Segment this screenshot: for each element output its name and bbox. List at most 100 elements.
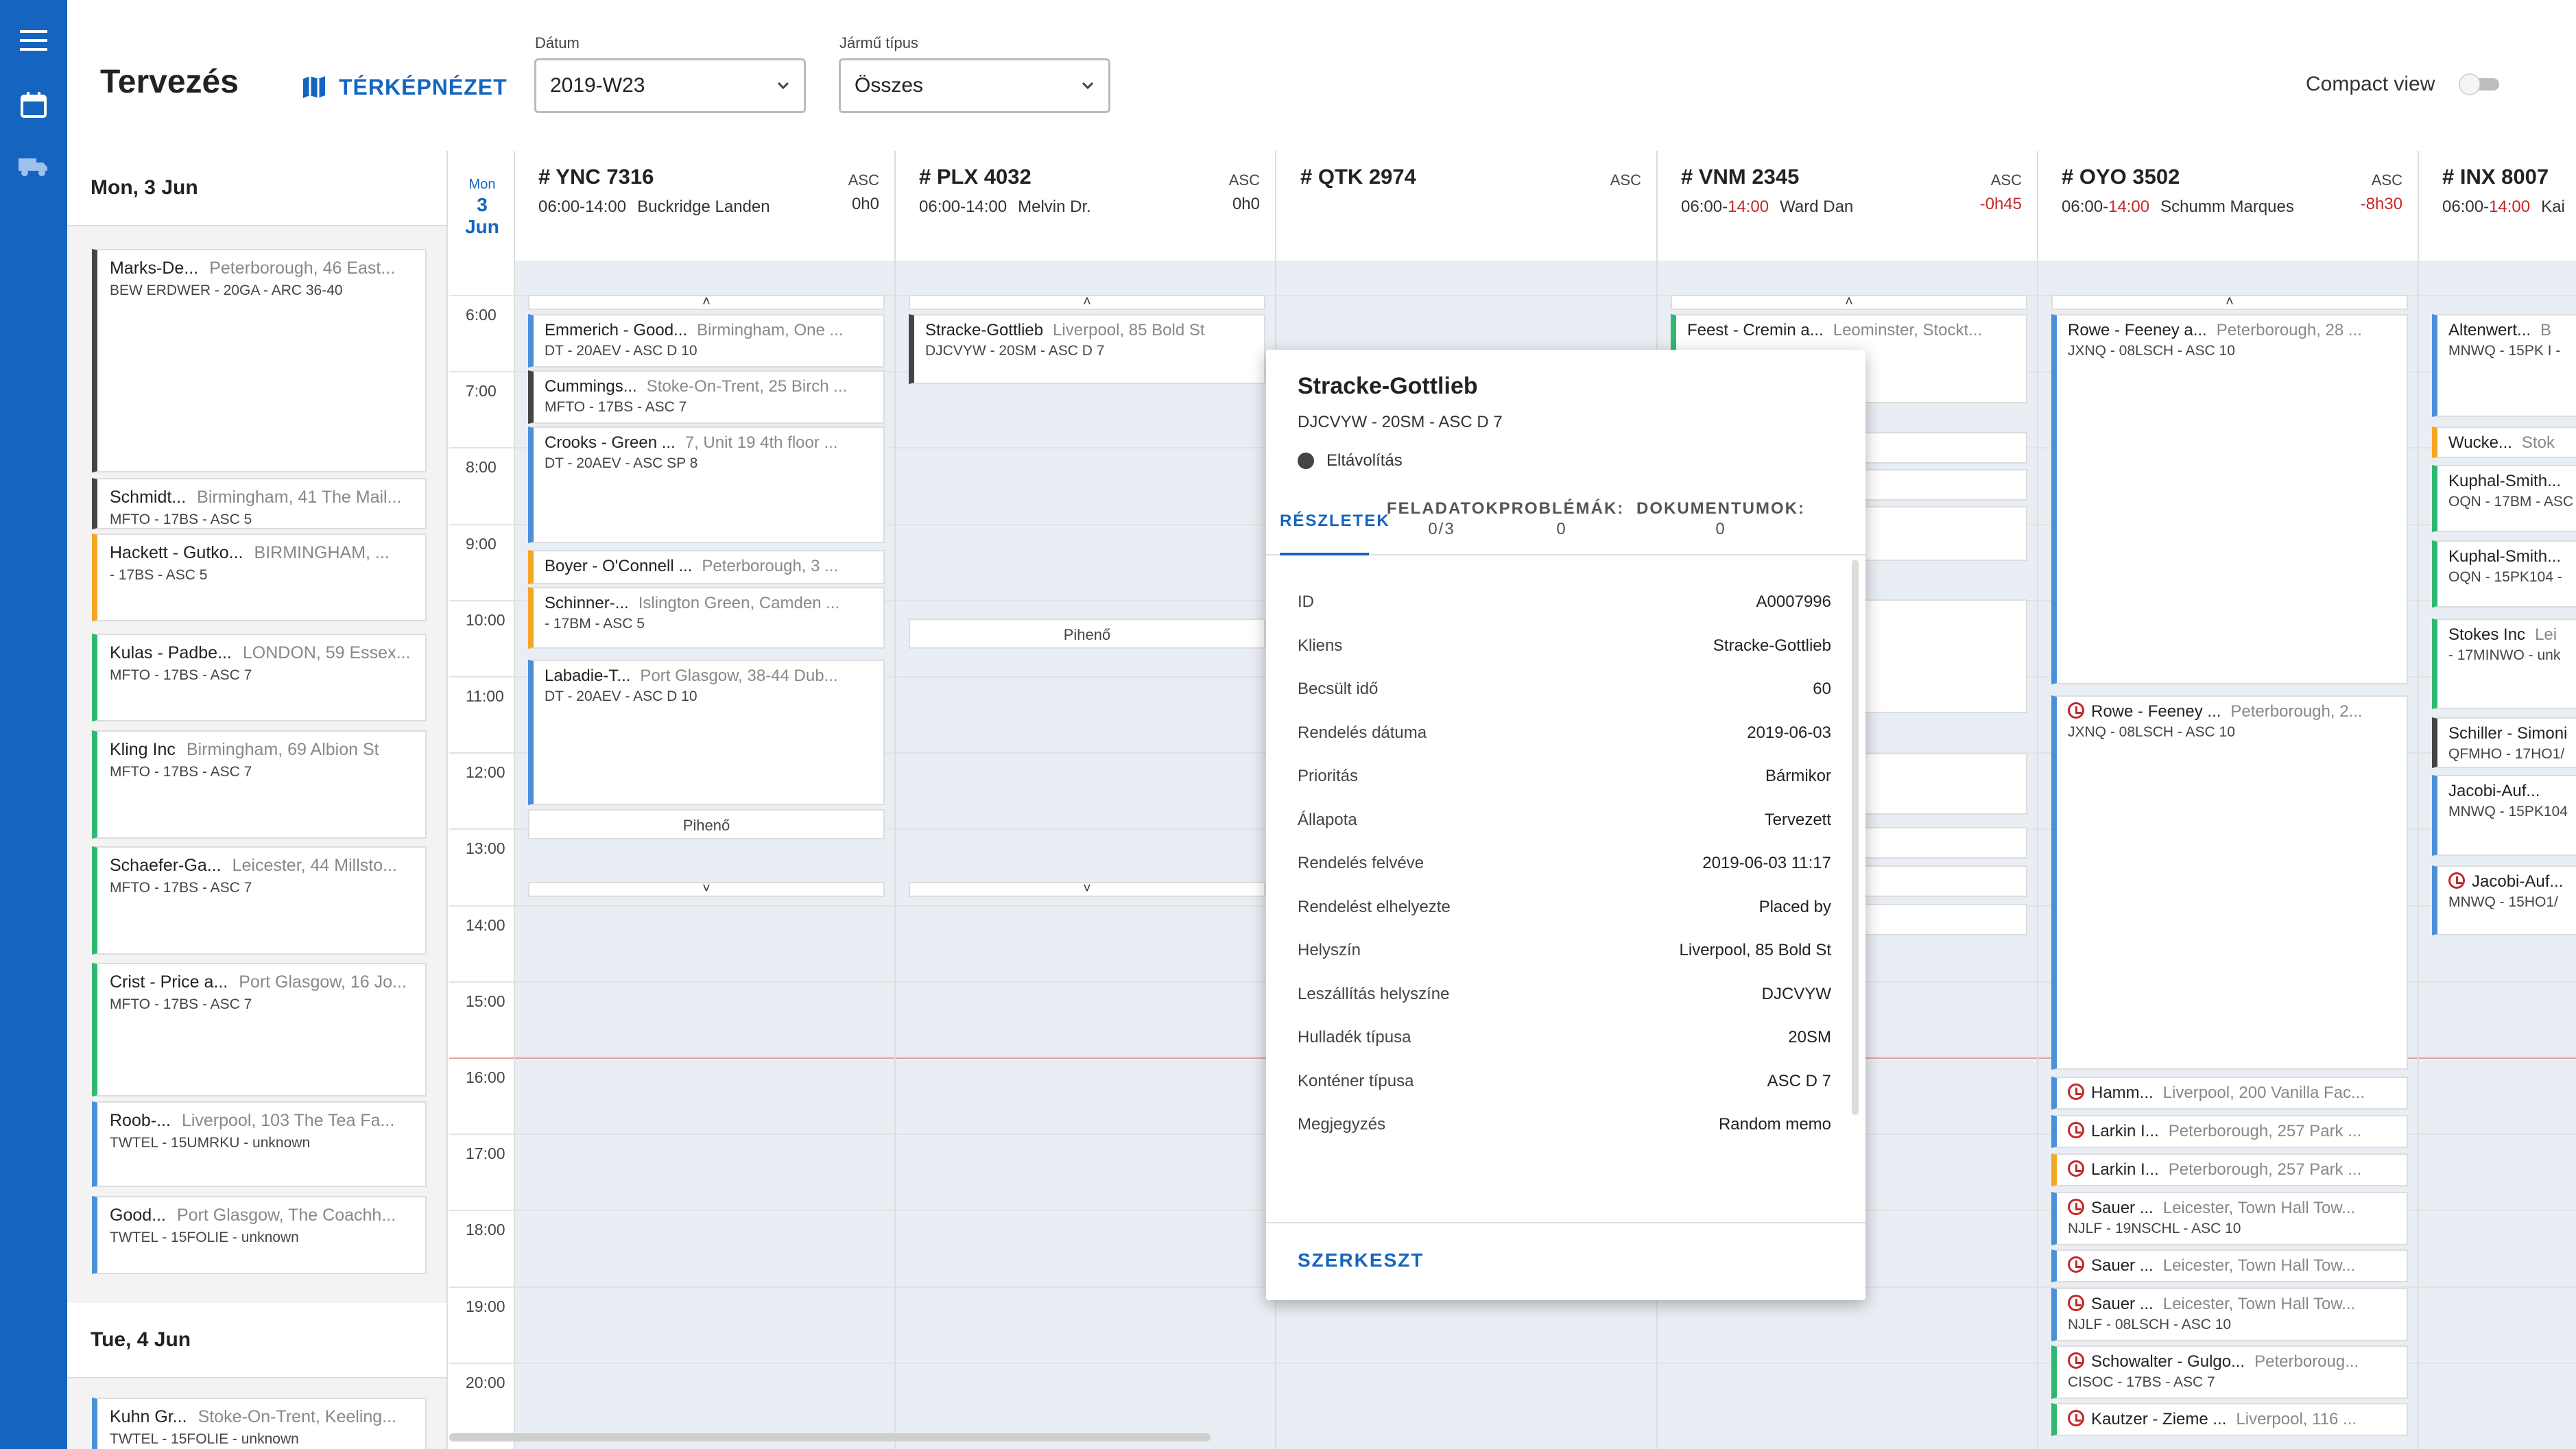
- calendar-icon[interactable]: [18, 89, 49, 121]
- map-view-label: TÉRKÉPNÉZET: [339, 74, 508, 99]
- detail-row: Leszállítás helyszíne DJCVYW: [1298, 981, 1831, 1008]
- order-client: Labadie-T...: [545, 667, 631, 685]
- order-card[interactable]: Sauer ... Leicester, Town Hall Tow... NJLF…: [2051, 1192, 2408, 1245]
- order-client: Sauer ...: [2091, 1256, 2154, 1275]
- detail-value: 20SM: [1788, 1028, 1831, 1046]
- vehicle-column-header[interactable]: # QTK 2974 ASC: [1277, 151, 1658, 261]
- scroll-up-icon[interactable]: ˄: [528, 295, 885, 310]
- shift-end: 14:00: [966, 197, 1007, 216]
- popup-title: Stracke-Gottlieb: [1298, 373, 1478, 399]
- order-location: Birmingham, One ...: [697, 321, 844, 339]
- order-card[interactable]: Schinner-... Islington Green, Camden ... -…: [528, 587, 885, 649]
- order-card[interactable]: Stracke-Gottlieb Liverpool, 85 Bold St DJC…: [909, 314, 1265, 384]
- order-location: Port Glasgow, 38-44 Dub...: [640, 667, 838, 685]
- vehicle-column-header[interactable]: # OYO 3502 ASC 06:00-14:00 Schumm Marques -8…: [2038, 151, 2419, 261]
- order-card[interactable]: Hamm... Liverpool, 200 Vanilla Fac...: [2051, 1077, 2408, 1110]
- popup-tab[interactable]: RÉSZLETEK: [1280, 512, 1389, 532]
- detail-key: Leszállítás helyszíne: [1298, 984, 1450, 1003]
- order-card[interactable]: Jacobi-Auf... MNWQ - 15PK104: [2432, 775, 2576, 856]
- order-card[interactable]: Rowe - Feeney a... Peterborough, 28 ... JX…: [2051, 314, 2408, 684]
- order-card[interactable]: Wucke... Stok: [2432, 427, 2576, 458]
- order-location: LONDON, 59 Essex...: [242, 643, 411, 662]
- menu-icon[interactable]: [18, 25, 49, 56]
- vehicle-column-header[interactable]: # VNM 2345 ASC 06:00-14:00 Ward Dan -0h45: [1658, 151, 2038, 261]
- order-card[interactable]: Larkin I... Peterborough, 257 Park ...: [2051, 1153, 2408, 1186]
- popup-scrollbar[interactable]: [1852, 560, 1859, 1115]
- shift-info: [1300, 197, 1643, 217]
- detail-key: Rendelés dátuma: [1298, 723, 1427, 742]
- late-clock-icon: [2068, 1256, 2084, 1273]
- unassigned-order-card[interactable]: Marks-De... Peterborough, 46 East... BEW E…: [92, 249, 427, 472]
- order-details: JXNQ - 08LSCH - ASC 10: [2068, 724, 2235, 740]
- popup-tab[interactable]: PROBLÉMÁK: 0: [1496, 499, 1627, 539]
- order-card[interactable]: Jacobi-Auf... MNWQ - 15HO1/: [2432, 865, 2576, 935]
- detail-value: 60: [1813, 680, 1831, 698]
- order-location: Stok: [2521, 433, 2555, 452]
- horizontal-scrollbar[interactable]: [449, 1433, 1211, 1441]
- order-card[interactable]: Schiller - Simoni QFMHO - 17HO1/: [2432, 717, 2576, 768]
- edit-button[interactable]: SZERKESZT: [1298, 1249, 1424, 1271]
- unassigned-order-card[interactable]: Kulas - Padbe... LONDON, 59 Essex... MFTO …: [92, 634, 427, 721]
- order-details: BEW ERDWER - 20GA - ARC 36-40: [110, 283, 343, 298]
- unassigned-order-card[interactable]: Roob-... Liverpool, 103 The Tea Fa... TWTE…: [92, 1101, 427, 1187]
- order-card[interactable]: Kuphal-Smith... OQN - 17BM - ASC: [2432, 465, 2576, 532]
- vehicle-column-header[interactable]: # PLX 4032 ASC 06:00-14:00 Melvin Dr. 0h0: [896, 151, 1276, 261]
- order-location: 7, Unit 19 4th floor ...: [684, 433, 838, 452]
- popup-tab[interactable]: FELADATOK: 0/3: [1387, 499, 1505, 539]
- tab-label: DOKUMENTUMOK:: [1636, 499, 1805, 518]
- order-card[interactable]: Cummings... Stoke-On-Trent, 25 Birch ... M…: [528, 370, 885, 424]
- unassigned-order-card[interactable]: Schmidt... Birmingham, 41 The Mail... MFTO…: [92, 478, 427, 529]
- rest-break-block[interactable]: Pihenő: [528, 809, 885, 839]
- truck-icon[interactable]: [18, 151, 49, 182]
- compact-view-toggle[interactable]: [2458, 73, 2502, 96]
- unassigned-order-card[interactable]: Kling Inc Birmingham, 69 Albion St MFTO - …: [92, 730, 427, 839]
- order-card[interactable]: Boyer - O'Connell ... Peterborough, 3 ...: [528, 550, 885, 584]
- scroll-down-icon[interactable]: ˅: [528, 882, 885, 897]
- order-card[interactable]: Sauer ... Leicester, Town Hall Tow... NJLF…: [2051, 1288, 2408, 1341]
- unassigned-order-card[interactable]: Schaefer-Ga... Leicester, 44 Millsto... MF…: [92, 846, 427, 955]
- vehicle-column-header[interactable]: # YNC 7316 ASC 06:00-14:00 Buckridge Landen…: [515, 151, 896, 261]
- vehicle-type-select[interactable]: Összes: [839, 58, 1110, 113]
- order-card[interactable]: Stokes Inc Lei - 17MINWO - unk: [2432, 619, 2576, 709]
- detail-row: ID A0007996: [1298, 588, 1831, 616]
- rest-break-block[interactable]: Pihenő: [909, 619, 1265, 649]
- order-card[interactable]: Kuphal-Smith... OQN - 15PK104 -: [2432, 540, 2576, 608]
- date-select[interactable]: 2019-W23: [534, 58, 806, 113]
- order-location: B: [2540, 321, 2552, 339]
- detail-row: Megjegyzés Random memo: [1298, 1111, 1831, 1138]
- order-client: Boyer - O'Connell ...: [545, 557, 693, 575]
- order-details: MFTO - 17BS - ASC 7: [110, 880, 252, 896]
- scroll-up-icon[interactable]: ˄: [909, 295, 1265, 310]
- unassigned-order-card[interactable]: Crist - Price a... Port Glasgow, 16 Jo...…: [92, 963, 427, 1097]
- order-details: MFTO - 17BS - ASC 7: [110, 996, 252, 1012]
- unassigned-order-card[interactable]: Kuhn Gr... Stoke-On-Trent, Keeling... TWTE…: [92, 1398, 427, 1449]
- scroll-up-icon[interactable]: ˄: [1671, 295, 2027, 310]
- order-details: DT - 20AEV - ASC SP 8: [545, 455, 698, 471]
- popup-tab[interactable]: DOKUMENTUMOK: 0: [1628, 499, 1813, 539]
- late-clock-icon: [2068, 1352, 2084, 1369]
- date-marker: Mon 3 Jun: [462, 177, 503, 238]
- map-view-button[interactable]: TÉRKÉPNÉZET: [302, 69, 508, 106]
- vehicle-column-header[interactable]: # INX 8007 06:00-14:00 Kai: [2419, 151, 2576, 261]
- order-card[interactable]: Altenwert... B MNWQ - 15PK I -: [2432, 314, 2576, 417]
- order-card[interactable]: Rowe - Feeney ... Peterborough, 2... JXNQ …: [2051, 695, 2408, 1070]
- order-card[interactable]: Schowalter - Gulgo... Peterboroug... CISOC…: [2051, 1345, 2408, 1399]
- order-location: Birmingham, 41 The Mail...: [197, 488, 402, 507]
- date-marker-month: Jun: [465, 216, 499, 237]
- scroll-up-icon[interactable]: ˄: [2051, 295, 2408, 310]
- detail-key: Kliens: [1298, 636, 1343, 655]
- order-card[interactable]: Labadie-T... Port Glasgow, 38-44 Dub... DT…: [528, 660, 885, 805]
- order-location: Peterborough, 2...: [2230, 702, 2363, 721]
- order-card[interactable]: Crooks - Green ... 7, Unit 19 4th floor .…: [528, 427, 885, 543]
- scroll-down-icon[interactable]: ˅: [909, 882, 1265, 897]
- order-card[interactable]: Sauer ... Leicester, Town Hall Tow...: [2051, 1249, 2408, 1282]
- order-card[interactable]: Larkin I... Peterborough, 257 Park ...: [2051, 1115, 2408, 1148]
- unassigned-order-card[interactable]: Hackett - Gutko... BIRMINGHAM, ... - 17BS …: [92, 534, 427, 621]
- unassigned-order-card[interactable]: Good... Port Glasgow, The Coachh... TWTEL …: [92, 1196, 427, 1274]
- shift-info: 06:00-14:00 Kai: [2442, 197, 2565, 216]
- vehicle-type: ASC: [1228, 171, 1260, 189]
- detail-value: Placed by: [1758, 897, 1831, 916]
- order-card[interactable]: Kautzer - Zieme ... Liverpool, 116 ...: [2051, 1403, 2408, 1436]
- order-card[interactable]: Emmerich - Good... Birmingham, One ... DT …: [528, 314, 885, 368]
- detail-value: A0007996: [1756, 592, 1831, 611]
